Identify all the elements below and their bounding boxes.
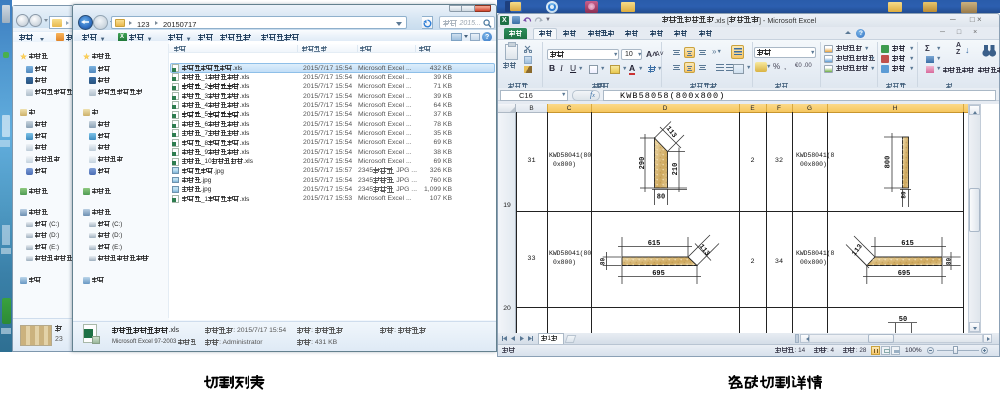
svg-text:290: 290 — [639, 157, 647, 170]
svg-text:800: 800 — [885, 156, 893, 169]
svg-text:80: 80 — [657, 194, 665, 202]
svg-text:615: 615 — [648, 240, 661, 248]
svg-text:615: 615 — [901, 240, 914, 248]
svg-text:210: 210 — [672, 163, 680, 176]
svg-text:695: 695 — [652, 270, 665, 278]
svg-text:80: 80 — [946, 258, 953, 266]
svg-text:695: 695 — [898, 270, 911, 278]
svg-text:80: 80 — [600, 258, 607, 266]
svg-text:50: 50 — [899, 316, 907, 324]
svg-text:113: 113 — [664, 125, 678, 140]
svg-text:113: 113 — [697, 243, 711, 258]
svg-text:80: 80 — [901, 191, 908, 199]
